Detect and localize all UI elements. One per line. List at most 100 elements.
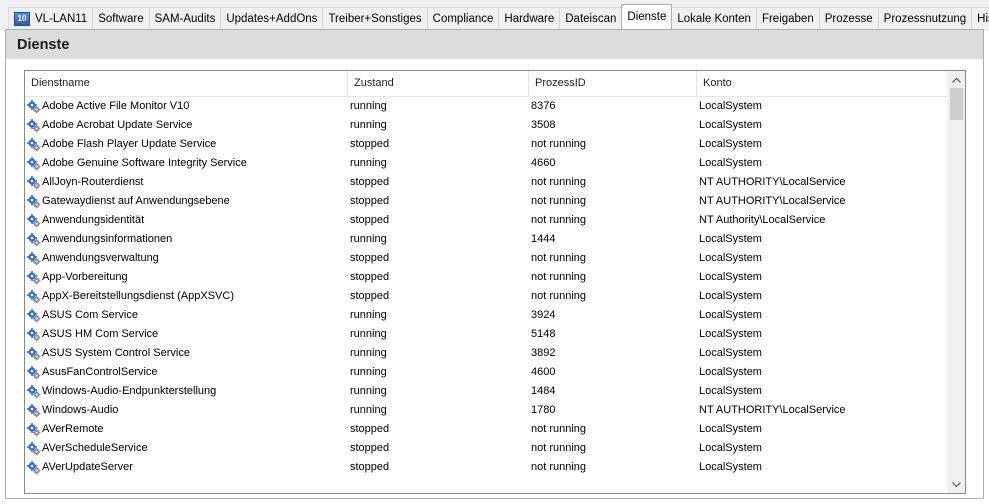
tab-label: SAM-Audits xyxy=(154,12,216,25)
service-pid: 3892 xyxy=(531,347,556,359)
service-state: stopped xyxy=(350,176,390,188)
service-account: LocalSystem xyxy=(699,233,762,245)
service-gear-icon xyxy=(27,346,41,360)
tab-label: Dateiscan xyxy=(565,12,617,25)
service-name-cell: AllJoyn-Routerdienst xyxy=(27,173,144,192)
tab-label: Hardware xyxy=(504,12,555,25)
service-name: ASUS System Control Service xyxy=(42,347,190,359)
scroll-up-arrow-icon[interactable] xyxy=(948,71,965,88)
service-account: LocalSystem xyxy=(699,100,762,112)
table-row[interactable]: Anwendungsinformationen running 1444 LocalS… xyxy=(25,230,948,249)
service-account: LocalSystem xyxy=(699,271,762,283)
service-gear-icon xyxy=(27,232,41,246)
service-name: AVerRemote xyxy=(42,423,104,435)
service-account: LocalSystem xyxy=(699,119,762,131)
service-state: running xyxy=(350,404,387,416)
tab-prozessnutzung[interactable]: Prozessnutzung xyxy=(877,7,973,29)
tab-lokale-konten[interactable]: Lokale Konten xyxy=(671,7,757,29)
service-state: running xyxy=(350,385,387,397)
service-account: NT AUTHORITY\LocalService xyxy=(699,195,846,207)
computer-icon: 10 xyxy=(14,11,30,26)
service-account: LocalSystem xyxy=(699,157,762,169)
section-title: Dienste xyxy=(17,37,70,53)
service-gear-icon xyxy=(27,403,41,417)
service-pid: 5148 xyxy=(531,328,556,340)
service-name-cell: Windows-Audio xyxy=(27,401,118,420)
service-name-cell: Anwendungsinformationen xyxy=(27,230,172,249)
column-header-prozessid[interactable]: ProzessID xyxy=(529,71,697,96)
service-gear-icon xyxy=(27,118,41,132)
service-name: Adobe Flash Player Update Service xyxy=(42,138,217,150)
service-name: Windows-Audio xyxy=(42,404,119,416)
table-row[interactable]: AVerRemote stopped not running LocalSystem xyxy=(25,420,948,439)
table-row[interactable]: ASUS Com Service running 3924 LocalSystem xyxy=(25,306,948,325)
tab-prozesse[interactable]: Prozesse xyxy=(818,7,879,29)
table-row[interactable]: Anwendungsidentität stopped not running NT … xyxy=(25,211,948,230)
table-row[interactable]: AVerUpdateServer stopped not running LocalS… xyxy=(25,458,948,477)
scrollbar-thumb[interactable] xyxy=(950,88,963,120)
tab-hardware[interactable]: Hardware xyxy=(498,7,561,29)
service-pid: not running xyxy=(531,271,587,283)
service-account: LocalSystem xyxy=(699,385,762,397)
table-row[interactable]: AppX-Bereitstellungsdienst (AppXSVC) stop… xyxy=(25,287,948,306)
service-account: NT AUTHORITY\LocalService xyxy=(699,176,846,188)
service-name: Adobe Genuine Software Integrity Service xyxy=(42,157,247,169)
service-gear-icon xyxy=(27,365,41,379)
table-row[interactable]: App-Vorbereitung stopped not running LocalS… xyxy=(25,268,948,287)
tab-dateiscan[interactable]: Dateiscan xyxy=(559,7,623,29)
table-row[interactable]: Adobe Acrobat Update Service running 3508 L… xyxy=(25,116,948,135)
table-row[interactable]: ASUS System Control Service running 3892 Lo… xyxy=(25,344,948,363)
service-name-cell: Anwendungsverwaltung xyxy=(27,249,159,268)
services-list[interactable]: Dienstname Zustand ProzessID Konto Adobe… xyxy=(24,70,966,494)
table-row[interactable]: ASUS HM Com Service running 5148 LocalSyste… xyxy=(25,325,948,344)
table-row[interactable]: Anwendungsverwaltung stopped not running Lo… xyxy=(25,249,948,268)
service-state: running xyxy=(350,366,387,378)
service-gear-icon xyxy=(27,308,41,322)
service-name-cell: AVerScheduleService xyxy=(27,439,148,458)
service-name-cell: ASUS HM Com Service xyxy=(27,325,158,344)
tab-label: Software xyxy=(98,12,144,25)
service-state: running xyxy=(350,157,387,169)
service-account: NT AUTHORITY\LocalService xyxy=(699,404,846,416)
tab-software[interactable]: Software xyxy=(92,7,150,29)
service-pid: 1780 xyxy=(531,404,556,416)
service-name: ASUS Com Service xyxy=(42,309,138,321)
table-row[interactable]: Adobe Flash Player Update Service stopped… xyxy=(25,135,948,154)
column-header-dienstname[interactable]: Dienstname xyxy=(25,71,348,96)
table-row[interactable]: Adobe Active File Monitor V10 running 8376… xyxy=(25,97,948,116)
scroll-down-arrow-icon[interactable] xyxy=(948,476,965,493)
service-name: Anwendungsinformationen xyxy=(42,233,173,245)
tab-freigaben[interactable]: Freigaben xyxy=(755,7,820,29)
service-pid: not running xyxy=(531,138,587,150)
column-header-zustand[interactable]: Zustand xyxy=(348,71,529,96)
table-row[interactable]: Windows-Audio-Endpunkterstellung running 1… xyxy=(25,382,948,401)
tab-list: 10 VL-LAN11 Software SAM-Audits Updates+AddO… xyxy=(8,4,989,29)
table-row[interactable]: Gatewaydienst auf Anwendungsebene stopped… xyxy=(25,192,948,211)
tab-historie[interactable]: Historie xyxy=(971,7,989,29)
column-header-konto[interactable]: Konto xyxy=(697,71,948,96)
column-header-row: Dienstname Zustand ProzessID Konto xyxy=(25,71,948,97)
vertical-scrollbar[interactable] xyxy=(947,71,965,493)
table-row[interactable]: Windows-Audio running 1780 NT AUTHORITY\Loc… xyxy=(25,401,948,420)
tab-compliance[interactable]: Compliance xyxy=(426,7,500,29)
service-gear-icon xyxy=(27,194,41,208)
service-name-cell: Adobe Active File Monitor V10 xyxy=(27,97,189,116)
tab-sam-audits[interactable]: SAM-Audits xyxy=(148,7,222,29)
tab-treiber-sonstiges[interactable]: Treiber+Sonstiges xyxy=(322,7,428,29)
table-row[interactable]: AsusFanControlService running 4600 LocalSys… xyxy=(25,363,948,382)
tab-dienste[interactable]: Dienste xyxy=(621,4,673,29)
table-row[interactable]: Adobe Genuine Software Integrity Service… xyxy=(25,154,948,173)
table-row[interactable]: AVerScheduleService stopped not running Loc… xyxy=(25,439,948,458)
service-name-cell: AVerRemote xyxy=(27,420,104,439)
service-account: LocalSystem xyxy=(699,290,762,302)
tab-label: Freigaben xyxy=(761,12,814,25)
service-name: AVerUpdateServer xyxy=(42,461,133,473)
tab-updates-addons[interactable]: Updates+AddOns xyxy=(220,7,324,29)
service-gear-icon xyxy=(27,156,41,170)
service-account: LocalSystem xyxy=(699,328,762,340)
table-row[interactable]: AllJoyn-Routerdienst stopped not running NT… xyxy=(25,173,948,192)
tab-vl-lan11[interactable]: 10 VL-LAN11 xyxy=(8,7,94,29)
service-gear-icon xyxy=(27,137,41,151)
service-name-cell: AVerUpdateServer xyxy=(27,458,133,477)
service-gear-icon xyxy=(27,460,41,474)
